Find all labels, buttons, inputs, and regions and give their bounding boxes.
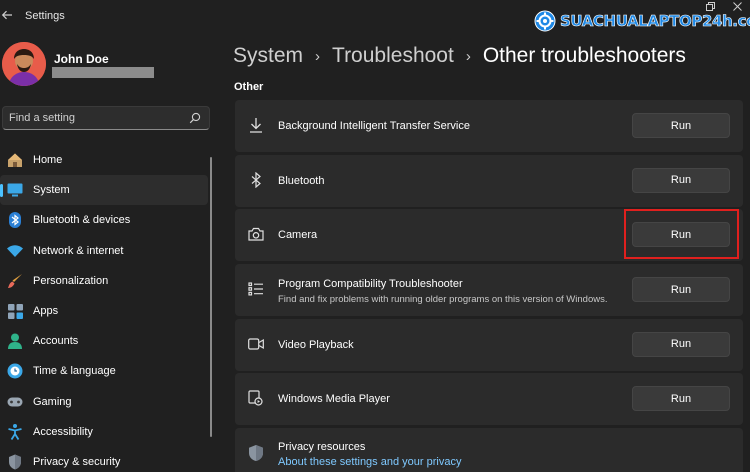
page-title: Other troubleshooters — [482, 44, 686, 67]
privacy-link[interactable]: About these settings and your privacy — [278, 456, 461, 468]
troubleshooter-row-bits: Background Intelligent Transfer Service … — [235, 100, 743, 152]
bluetooth-icon — [7, 212, 23, 229]
sidebar-item-network[interactable]: Network & internet — [0, 236, 208, 266]
run-button-camera[interactable]: Run — [632, 222, 730, 248]
sidebar-item-accessibility[interactable]: Accessibility — [0, 417, 208, 447]
section-title: Other — [234, 81, 264, 93]
troubleshooter-title: Background Intelligent Transfer Service — [278, 120, 470, 132]
troubleshooter-row-windows-media-player: Windows Media Player Run — [235, 373, 743, 426]
troubleshooter-row-video-playback: Video Playback Run — [235, 318, 743, 371]
globe-clock-icon — [7, 363, 23, 379]
app-title: Settings — [25, 10, 65, 22]
breadcrumb: System › Troubleshoot › Other troublesho… — [233, 42, 686, 70]
sidebar-item-apps[interactable]: Apps — [0, 296, 208, 326]
close-icon[interactable] — [733, 2, 742, 14]
gamepad-icon — [7, 394, 23, 410]
account-icon — [7, 333, 23, 350]
list-icon — [247, 280, 265, 298]
system-icon — [7, 182, 23, 198]
run-button-bits[interactable]: Run — [632, 113, 730, 138]
brand-name: SUACHUALAPTOP24h.com — [560, 12, 750, 31]
troubleshooter-row-bluetooth: Bluetooth Run — [235, 154, 743, 207]
run-button-windows-media-player[interactable]: Run — [632, 386, 730, 412]
troubleshooter-title: Windows Media Player — [278, 393, 390, 406]
sidebar-nav: Home System Bluetooth & devices Network … — [0, 145, 208, 472]
sidebar-item-time-language[interactable]: Time & language — [0, 356, 208, 386]
download-icon — [247, 116, 265, 134]
video-icon — [247, 335, 265, 353]
sidebar-scrollbar[interactable] — [210, 157, 212, 437]
troubleshooter-title: Bluetooth — [278, 174, 325, 187]
breadcrumb-separator: › — [315, 47, 321, 65]
sidebar-item-personalization[interactable]: Personalization — [0, 266, 208, 296]
troubleshooter-title: Video Playback — [278, 338, 354, 351]
avatar[interactable] — [2, 42, 46, 86]
troubleshooter-title: Program Compatibility Troubleshooter — [278, 278, 463, 291]
media-player-icon — [247, 389, 265, 407]
search-icon[interactable] — [189, 112, 201, 124]
user-email-redacted — [52, 67, 154, 78]
bluetooth-icon — [247, 171, 265, 189]
gear-logo-icon — [534, 10, 556, 32]
sidebar-item-home[interactable]: Home — [0, 145, 208, 175]
sidebar-item-gaming[interactable]: Gaming — [0, 387, 208, 417]
sidebar-item-privacy-security[interactable]: Privacy & security — [0, 447, 208, 472]
accessibility-icon — [7, 423, 23, 440]
breadcrumb-troubleshoot[interactable]: Troubleshoot — [332, 44, 454, 68]
search-box[interactable] — [2, 106, 210, 130]
search-input[interactable] — [9, 107, 189, 129]
wifi-icon — [7, 243, 23, 259]
breadcrumb-system[interactable]: System — [233, 44, 303, 68]
run-button-video-playback[interactable]: Run — [632, 331, 730, 357]
shield-icon — [7, 454, 23, 470]
privacy-title: Privacy resources — [278, 441, 366, 454]
camera-icon — [247, 225, 265, 243]
brand-watermark: SUACHUALAPTOP24h.com — [534, 8, 750, 34]
back-arrow-icon[interactable] — [0, 6, 14, 26]
title-bar: Settings SUACHUALAPTOP24h.com — [0, 0, 750, 34]
shield-icon — [247, 444, 265, 462]
user-name: John Doe — [54, 52, 109, 66]
troubleshooter-list: Background Intelligent Transfer Service … — [235, 100, 743, 472]
sidebar-item-accounts[interactable]: Accounts — [0, 326, 208, 356]
sidebar-item-bluetooth-devices[interactable]: Bluetooth & devices — [0, 205, 208, 235]
brush-icon — [7, 273, 23, 289]
run-button-program-compatibility[interactable]: Run — [632, 277, 730, 303]
troubleshooter-row-camera: Camera Run — [235, 209, 743, 262]
restore-icon[interactable] — [706, 2, 715, 14]
run-button-bluetooth[interactable]: Run — [632, 167, 730, 193]
home-icon — [7, 152, 23, 168]
troubleshooter-title: Camera — [278, 229, 318, 242]
sidebar-item-system[interactable]: System — [0, 175, 208, 206]
troubleshooter-row-program-compatibility: Program Compatibility Troubleshooter Fin… — [235, 264, 743, 317]
privacy-resources-row: Privacy resources About these settings a… — [235, 428, 743, 472]
troubleshooter-description: Find and fix problems with running older… — [278, 294, 608, 306]
apps-icon — [7, 303, 23, 319]
breadcrumb-separator: › — [465, 47, 471, 65]
